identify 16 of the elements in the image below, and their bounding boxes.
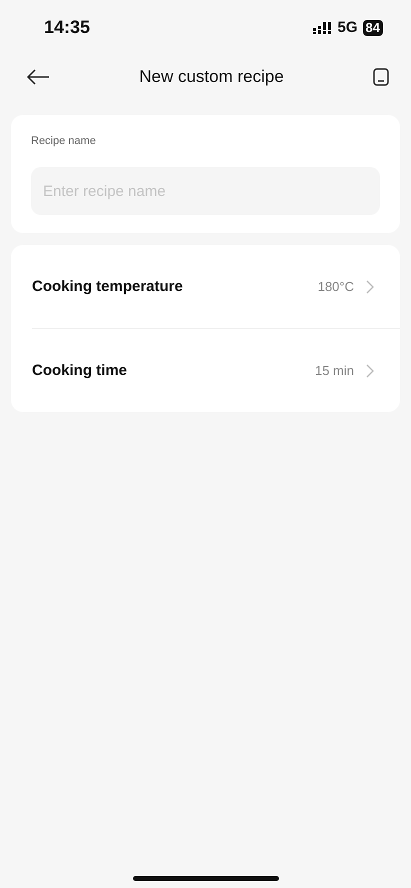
- battery-level: 84: [362, 20, 383, 36]
- back-icon[interactable]: [24, 67, 52, 87]
- setting-value: 15 min: [314, 363, 354, 378]
- network-type: 5G: [338, 19, 358, 36]
- chevron-icon: [366, 364, 374, 378]
- setting-label: Cooking time: [32, 362, 128, 379]
- save-icon[interactable]: [371, 66, 391, 88]
- setting-row[interactable]: Cooking time 15 min: [32, 328, 400, 412]
- status-time: 14:35: [44, 17, 90, 38]
- setting-label: Cooking temperature: [32, 278, 183, 295]
- field-label: Recipe name: [31, 135, 97, 147]
- page-title: New custom recipe: [139, 67, 284, 87]
- setting-row[interactable]: Cooking temperature 180°C: [32, 245, 400, 328]
- signal-icon: [312, 22, 333, 34]
- setting-value: 180°C: [318, 279, 354, 294]
- chevron-icon: [366, 280, 374, 294]
